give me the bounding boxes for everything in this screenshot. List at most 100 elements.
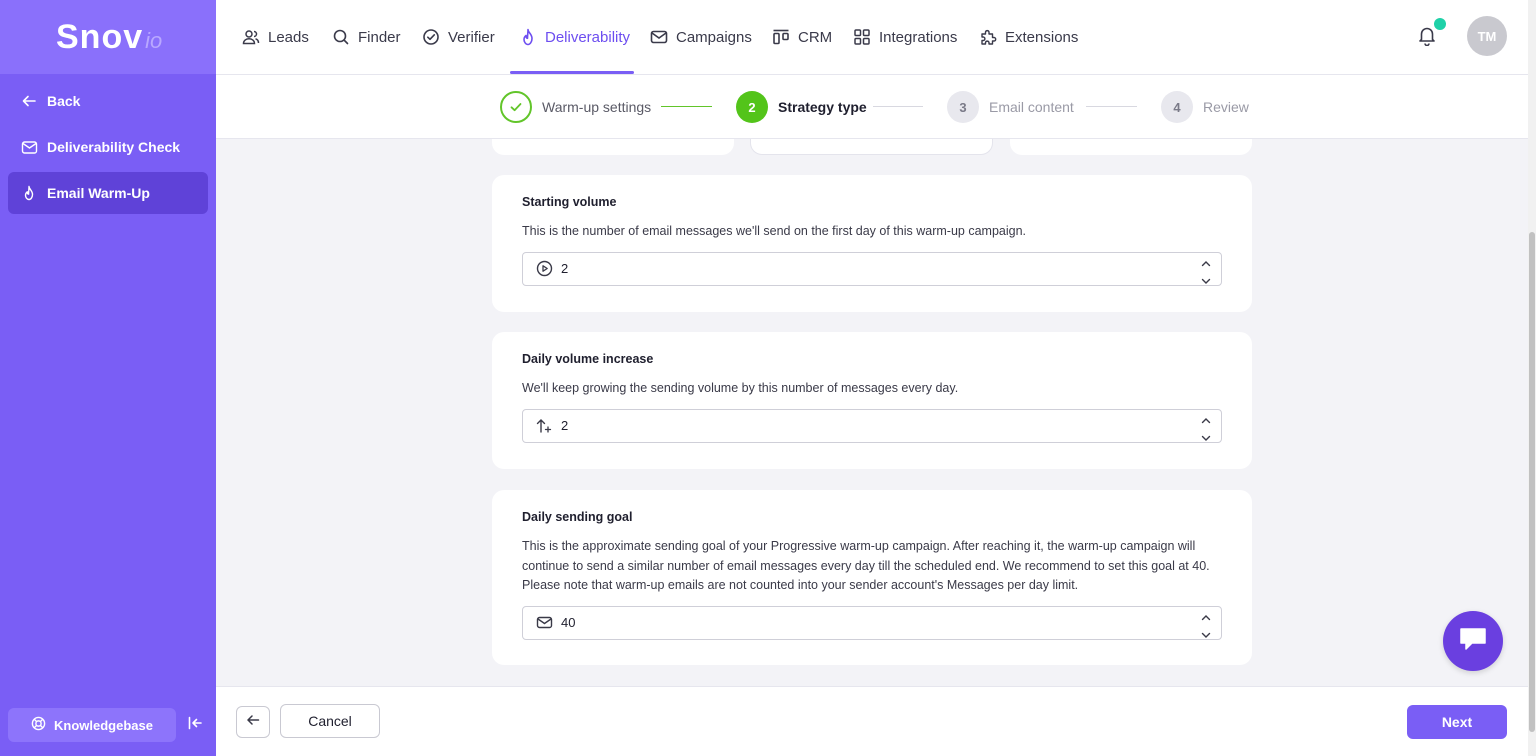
nav-item-finder[interactable]: Finder	[332, 0, 401, 74]
mail-icon	[650, 28, 668, 46]
nav-label: Campaigns	[676, 28, 752, 46]
collapse-sidebar-button[interactable]	[180, 710, 210, 740]
step-label: Email content	[989, 99, 1074, 115]
check-circle-icon	[422, 28, 440, 46]
nav-item-crm[interactable]: CRM	[772, 0, 832, 74]
card-title: Daily sending goal	[522, 510, 633, 524]
step-number: 3	[947, 91, 979, 123]
daily-volume-increase-card: Daily volume increase We'll keep growing…	[492, 332, 1252, 469]
nav-label: Extensions	[1005, 28, 1079, 46]
arrow-left-icon	[20, 92, 38, 110]
collapse-left-icon	[187, 715, 203, 736]
nav-label: Deliverability	[545, 28, 631, 46]
grid-icon	[853, 28, 871, 46]
check-icon	[500, 91, 532, 123]
sidebar: Snov io Back Deliverability Check Email …	[0, 0, 216, 756]
input-value: 40	[561, 615, 576, 630]
sidebar-item-label: Deliverability Check	[47, 139, 181, 155]
next-button[interactable]: Next	[1407, 705, 1507, 739]
sidebar-item-deliverability-check[interactable]: Deliverability Check	[8, 126, 208, 168]
starting-volume-input[interactable]: 2	[522, 251, 1222, 289]
play-circle-icon	[535, 260, 553, 278]
step-review[interactable]: 4 Review	[1161, 91, 1249, 123]
nav-item-campaigns[interactable]: Campaigns	[650, 0, 752, 74]
step-connector	[873, 106, 923, 107]
step-label: Warm-up settings	[542, 99, 652, 115]
mail-icon	[535, 614, 553, 632]
back-link[interactable]: Back	[8, 80, 208, 122]
mail-check-icon	[20, 138, 38, 156]
step-strategy-type[interactable]: 2 Strategy type	[736, 91, 867, 123]
strategy-option-card[interactable]	[1010, 139, 1252, 155]
strategy-option-card[interactable]	[750, 139, 993, 155]
wizard-footer: Cancel Next	[216, 686, 1528, 756]
step-connector	[1086, 106, 1137, 107]
input-value: 2	[561, 261, 569, 276]
sending-goal-input[interactable]: 40	[522, 605, 1222, 643]
chevron-up-icon[interactable]	[1201, 414, 1211, 429]
daily-increase-input[interactable]: 2	[522, 408, 1222, 446]
chevron-down-icon[interactable]	[1201, 431, 1211, 446]
nav-item-deliverability[interactable]: Deliverability	[519, 0, 630, 74]
puzzle-icon	[979, 28, 997, 46]
logo[interactable]: Snov io	[0, 0, 216, 74]
scrollbar-thumb[interactable]	[1529, 232, 1535, 732]
cancel-button[interactable]: Cancel	[280, 704, 380, 738]
lifebuoy-icon	[31, 716, 46, 734]
logo-sub-text: io	[145, 28, 163, 53]
card-title: Daily volume increase	[522, 352, 654, 366]
chat-widget-button[interactable]	[1443, 611, 1503, 671]
knowledgebase-button[interactable]: Knowledgebase	[8, 708, 176, 742]
step-label: Review	[1203, 99, 1249, 115]
arrow-left-icon	[246, 713, 260, 732]
stepper-arrows[interactable]	[1201, 611, 1211, 643]
sidebar-bottom: Knowledgebase	[8, 708, 210, 742]
step-label: Strategy type	[778, 99, 867, 115]
card-description: We'll keep growing the sending volume by…	[522, 381, 959, 395]
sidebar-item-label: Email Warm-Up	[47, 185, 150, 201]
nav-item-extensions[interactable]: Extensions	[979, 0, 1078, 74]
daily-sending-goal-card: Daily sending goal This is the approxima…	[492, 490, 1252, 665]
stepper-arrows[interactable]	[1201, 414, 1211, 446]
avatar[interactable]: TM	[1467, 16, 1507, 56]
nav-label: Verifier	[448, 28, 495, 46]
sidebar-item-email-warm-up[interactable]: Email Warm-Up	[8, 172, 208, 214]
crm-icon	[772, 28, 790, 46]
strategy-option-card[interactable]	[492, 139, 734, 155]
bell-icon	[1416, 27, 1438, 50]
notification-dot	[1434, 18, 1446, 30]
step-connector	[661, 106, 712, 107]
nav-item-verifier[interactable]: Verifier	[422, 0, 495, 74]
back-label: Back	[47, 93, 81, 109]
chevron-up-icon[interactable]	[1201, 257, 1211, 272]
step-warm-up-settings[interactable]: Warm-up settings	[500, 91, 651, 123]
progress-stepper: Warm-up settings 2 Strategy type 3 Email…	[216, 75, 1528, 139]
nav-label: CRM	[798, 28, 833, 46]
nav-item-leads[interactable]: Leads	[242, 0, 309, 74]
users-icon	[242, 28, 260, 46]
step-number: 2	[736, 91, 768, 123]
top-navigation: Leads Finder Verifier Deliverability Cam…	[216, 0, 1528, 75]
chevron-up-icon[interactable]	[1201, 611, 1211, 626]
card-description: This is the approximate sending goal of …	[522, 539, 1210, 592]
chevron-down-icon[interactable]	[1201, 274, 1211, 289]
flame-icon	[519, 28, 537, 46]
card-title: Starting volume	[522, 195, 617, 209]
card-description: This is the number of email messages we'…	[522, 224, 1026, 238]
chevron-down-icon[interactable]	[1201, 628, 1211, 643]
nav-label: Leads	[268, 28, 309, 46]
arrow-up-plus-icon	[535, 417, 553, 435]
step-number: 4	[1161, 91, 1193, 123]
nav-label: Finder	[358, 28, 401, 46]
previous-step-button[interactable]	[236, 706, 270, 738]
flame-icon	[20, 184, 38, 202]
nav-label: Integrations	[879, 28, 958, 46]
input-value: 2	[561, 418, 569, 433]
search-icon	[332, 28, 350, 46]
chat-bubble-icon	[1458, 625, 1488, 658]
starting-volume-card: Starting volume This is the number of em…	[492, 175, 1252, 312]
knowledgebase-label: Knowledgebase	[54, 717, 153, 733]
nav-item-integrations[interactable]: Integrations	[853, 0, 957, 74]
step-email-content[interactable]: 3 Email content	[947, 91, 1074, 123]
stepper-arrows[interactable]	[1201, 257, 1211, 289]
